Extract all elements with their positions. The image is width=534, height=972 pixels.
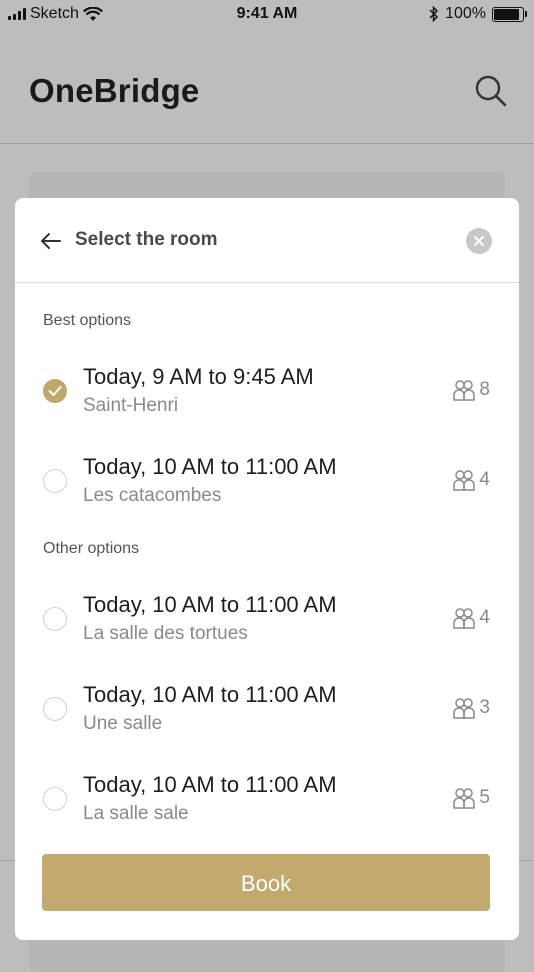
option-room-name: Les catacombes <box>83 485 222 506</box>
other-options-label: Other options <box>43 540 140 557</box>
option-room-name: Une salle <box>83 713 163 734</box>
battery-percent: 100% <box>445 5 486 22</box>
radio-button[interactable] <box>43 787 67 811</box>
app-title: OneBridge <box>29 72 200 109</box>
battery-icon <box>492 6 527 22</box>
close-button[interactable] <box>466 228 492 254</box>
check-icon <box>48 386 62 396</box>
radio-button[interactable] <box>43 607 67 631</box>
capacity: 4 <box>452 468 490 492</box>
capacity-count: 5 <box>479 787 490 808</box>
radio-button[interactable] <box>43 697 67 721</box>
capacity: 5 <box>452 786 490 810</box>
modal-title: Select the room <box>75 229 218 250</box>
option-time: Today, 10 AM to 11:00 AM <box>83 772 337 797</box>
room-option[interactable]: Today, 9 AM to 9:45 AM Saint-Henri 8 <box>15 358 519 428</box>
radio-button-checked[interactable] <box>43 379 67 403</box>
battery-level <box>494 8 519 20</box>
option-time: Today, 10 AM to 11:00 AM <box>83 592 337 617</box>
people-icon <box>453 788 476 809</box>
arrow-left-icon <box>41 233 61 249</box>
capacity: 3 <box>452 696 490 720</box>
modal-header: Select the room <box>15 198 519 283</box>
capacity-count: 8 <box>479 379 490 400</box>
people-icon <box>453 470 476 491</box>
room-option[interactable]: Today, 10 AM to 11:00 AM La salle des to… <box>15 586 519 656</box>
room-option[interactable]: Today, 10 AM to 11:00 AM Une salle 3 <box>15 676 519 746</box>
option-time: Today, 9 AM to 9:45 AM <box>83 364 314 389</box>
option-time: Today, 10 AM to 11:00 AM <box>83 682 337 707</box>
capacity-count: 4 <box>479 607 490 628</box>
radio-button[interactable] <box>43 469 67 493</box>
search-button[interactable] <box>474 74 508 108</box>
app-header: OneBridge <box>0 30 534 144</box>
search-icon <box>475 75 507 107</box>
people-icon <box>453 380 476 401</box>
option-room-name: La salle des tortues <box>83 623 248 644</box>
room-option[interactable]: Today, 10 AM to 11:00 AM La salle sale 5 <box>15 766 519 836</box>
book-button[interactable]: Book <box>42 854 490 911</box>
status-bar: Sketch 9:41 AM 100% <box>0 0 534 30</box>
select-room-modal: Select the room Best options Today, 9 AM… <box>15 198 519 940</box>
bluetooth-icon <box>429 6 439 22</box>
people-icon <box>453 608 476 629</box>
back-button[interactable] <box>37 229 65 253</box>
status-right: 100% <box>429 5 527 23</box>
option-time: Today, 10 AM to 11:00 AM <box>83 454 337 479</box>
capacity: 4 <box>452 606 490 630</box>
capacity-count: 3 <box>479 697 490 718</box>
option-room-name: La salle sale <box>83 803 189 824</box>
capacity-count: 4 <box>479 469 490 490</box>
room-option[interactable]: Today, 10 AM to 11:00 AM Les catacombes … <box>15 448 519 518</box>
close-icon <box>474 236 484 246</box>
option-room-name: Saint-Henri <box>83 395 179 416</box>
people-icon <box>453 698 476 719</box>
best-options-label: Best options <box>43 312 132 329</box>
capacity: 8 <box>452 378 490 402</box>
